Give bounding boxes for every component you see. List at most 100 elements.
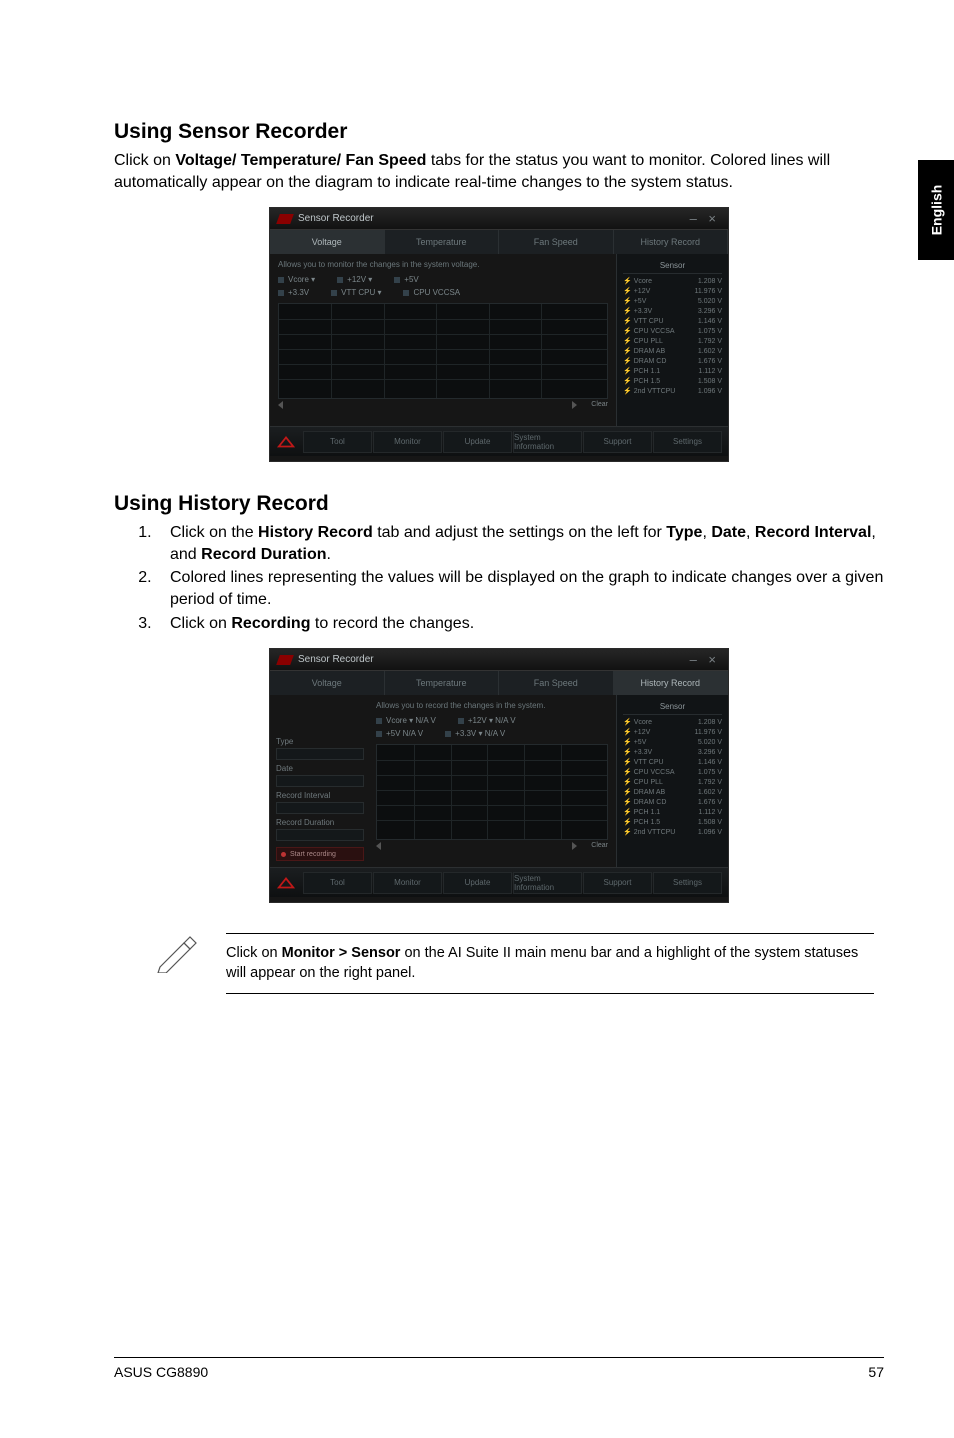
- metric[interactable]: +3.3V ▾ N/A V: [445, 729, 505, 738]
- sensor-row: ⚡DRAM CD1.676 V: [623, 356, 722, 366]
- graph-area: Allows you to monitor the changes in the…: [270, 254, 616, 426]
- sensor-value: 1.208 V: [698, 719, 722, 726]
- bottom-monitor[interactable]: Monitor: [373, 872, 442, 894]
- sensor-row: ⚡+5V5.020 V: [623, 296, 722, 306]
- sensor-name: ⚡+3.3V: [623, 748, 652, 756]
- metric[interactable]: +5V: [394, 275, 418, 284]
- tabs-row: Voltage Temperature Fan Speed History Re…: [270, 230, 728, 254]
- text: Click on the: [170, 524, 258, 541]
- sensor-name: ⚡PCH 1.1: [623, 808, 660, 816]
- footer-model: ASUS CG8890: [114, 1364, 208, 1380]
- sensor-value: 1.602 V: [698, 789, 722, 796]
- window-controls[interactable]: – ×: [690, 211, 720, 226]
- app-title: Sensor Recorder: [278, 213, 374, 224]
- sensor-row: ⚡+12V11.976 V: [623, 727, 722, 737]
- sensor-value: 11.976 V: [694, 729, 722, 736]
- window-controls[interactable]: – ×: [690, 652, 720, 667]
- start-recording-button[interactable]: Start recording: [276, 847, 364, 861]
- tab-temperature[interactable]: Temperature: [385, 230, 500, 254]
- sensor-value: 1.075 V: [698, 769, 722, 776]
- tab-voltage[interactable]: Voltage: [270, 671, 385, 695]
- section2-heading: Using History Record: [114, 492, 884, 516]
- sensor-row: ⚡CPU PLL1.792 V: [623, 777, 722, 787]
- panel-area: Type Date Record Interval Record Duratio…: [270, 695, 728, 867]
- metric[interactable]: Vcore ▾: [278, 275, 315, 284]
- date-label: Date: [276, 764, 364, 773]
- title-bar: Sensor Recorder – ×: [270, 208, 728, 230]
- sensor-row: ⚡DRAM CD 1.676 V: [623, 797, 722, 807]
- metric-label: Vcore ▾: [288, 275, 315, 284]
- title-bar: Sensor Recorder – ×: [270, 649, 728, 671]
- sensor-value: 3.296 V: [698, 308, 722, 315]
- sensor-value: 1.676 V: [698, 799, 722, 806]
- metric[interactable]: +12V ▾: [337, 275, 372, 284]
- tab-temperature[interactable]: Temperature: [385, 671, 500, 695]
- metric[interactable]: +5V N/A V: [376, 729, 423, 738]
- metric[interactable]: CPU VCCSA: [403, 288, 460, 297]
- metric[interactable]: +12V ▾ N/A V: [458, 716, 516, 725]
- language-tab: English: [918, 160, 954, 260]
- sensor-row: ⚡2nd VTTCPU1.096 V: [623, 827, 722, 837]
- metric-label: +5V N/A V: [386, 729, 423, 738]
- step-2: Colored lines representing the values wi…: [156, 567, 884, 610]
- color-swatch-icon: [376, 718, 382, 724]
- interval-field[interactable]: [276, 802, 364, 814]
- sensor-panel: Sensor ⚡Vcore1.208 V⚡+12V11.976 V⚡+5V5.0…: [616, 254, 728, 426]
- text: to record the changes.: [310, 615, 474, 632]
- bottom-tool[interactable]: Tool: [303, 872, 372, 894]
- bottom-bar: Tool Monitor Update System Information S…: [270, 867, 728, 897]
- tab-history-record[interactable]: History Record: [614, 230, 729, 254]
- arrow-left-icon[interactable]: [376, 842, 381, 850]
- tab-voltage[interactable]: Voltage: [270, 230, 385, 254]
- bottom-settings[interactable]: Settings: [653, 872, 722, 894]
- metric-label: +5V: [404, 275, 418, 284]
- bottom-tool[interactable]: Tool: [303, 431, 372, 453]
- sensor-row: ⚡+12V11.976 V: [623, 286, 722, 296]
- bottom-settings[interactable]: Settings: [653, 431, 722, 453]
- sensor-header: Sensor: [623, 258, 722, 274]
- type-select[interactable]: [276, 748, 364, 760]
- metric-label: +12V ▾ N/A V: [468, 716, 516, 725]
- bottom-update[interactable]: Update: [443, 872, 512, 894]
- bottom-support[interactable]: Support: [583, 431, 652, 453]
- sensor-value: 1.676 V: [698, 358, 722, 365]
- metric-row: +5V N/A V +3.3V ▾ N/A V: [376, 729, 608, 738]
- metric[interactable]: Vcore ▾ N/A V: [376, 716, 436, 725]
- duration-field[interactable]: [276, 829, 364, 841]
- sensor-value: 11.976 V: [694, 288, 722, 295]
- clear-button[interactable]: Clear: [591, 401, 608, 409]
- text: Click on: [170, 615, 231, 632]
- sensor-row: ⚡+3.3V3.296 V: [623, 306, 722, 316]
- tab-history-record[interactable]: History Record: [614, 671, 729, 695]
- bottom-sysinfo[interactable]: System Information: [513, 872, 582, 894]
- bottom-support[interactable]: Support: [583, 872, 652, 894]
- sensor-row: ⚡2nd VTTCPU1.096 V: [623, 386, 722, 396]
- sensor-name: ⚡DRAM CD: [623, 798, 666, 806]
- sensor-row: ⚡PCH 1.1 1.112 V: [623, 807, 722, 817]
- bottom-sysinfo[interactable]: System Information: [513, 431, 582, 453]
- arrow-left-icon[interactable]: [278, 401, 283, 409]
- note-pencil-icon: [154, 933, 200, 978]
- app-title-text: Sensor Recorder: [298, 213, 374, 224]
- metric-row: Vcore ▾ +12V ▾ +5V: [278, 275, 608, 284]
- arrow-right-icon[interactable]: [572, 401, 577, 409]
- metric[interactable]: VTT CPU ▾: [331, 288, 381, 297]
- record-icon: [281, 852, 286, 857]
- bottom-update[interactable]: Update: [443, 431, 512, 453]
- metric-label: CPU VCCSA: [413, 288, 460, 297]
- sensor-header: Sensor: [623, 699, 722, 715]
- sensor-name: ⚡VTT CPU: [623, 758, 664, 766]
- tab-fan-speed[interactable]: Fan Speed: [499, 230, 614, 254]
- arrow-right-icon[interactable]: [572, 842, 577, 850]
- clear-button[interactable]: Clear: [591, 842, 608, 850]
- sensor-value: 1.112 V: [698, 809, 722, 816]
- bottom-monitor[interactable]: Monitor: [373, 431, 442, 453]
- sensor-name: ⚡Vcore: [623, 718, 652, 726]
- date-field[interactable]: [276, 775, 364, 787]
- tab-fan-speed[interactable]: Fan Speed: [499, 671, 614, 695]
- metric[interactable]: +3.3V: [278, 288, 309, 297]
- sensor-row: ⚡CPU VCCSA1.075 V: [623, 767, 722, 777]
- metric-row: Vcore ▾ N/A V +12V ▾ N/A V: [376, 716, 608, 725]
- type-label: Type: [276, 737, 364, 746]
- bold: Date: [711, 524, 746, 541]
